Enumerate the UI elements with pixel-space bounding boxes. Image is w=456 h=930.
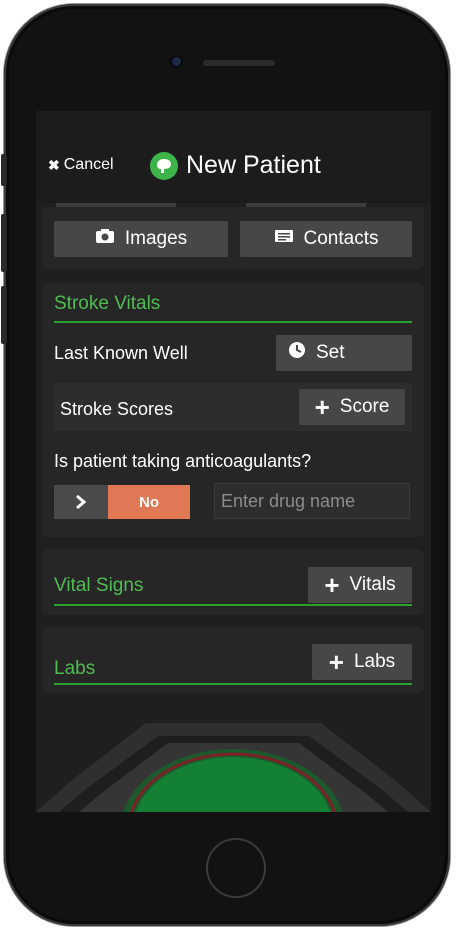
- section-divider: [54, 604, 412, 606]
- volume-down-button: [1, 286, 7, 344]
- labs-label: Labs: [353, 651, 396, 672]
- navigation-bar: ✖ Cancel New Patient: [36, 111, 431, 203]
- labs-title: Labs: [54, 658, 96, 679]
- home-button[interactable]: [206, 838, 266, 898]
- vital-signs-card: Vital Signs + Vitals: [42, 549, 424, 615]
- plus-icon: +: [328, 647, 344, 677]
- media-card: Images Contacts: [42, 207, 424, 269]
- app-logo-icon: [150, 151, 178, 180]
- contacts-button[interactable]: Contacts: [240, 221, 412, 257]
- plus-icon: +: [314, 392, 330, 422]
- images-label: Images: [124, 228, 188, 249]
- cancel-button[interactable]: ✖ Cancel: [48, 156, 114, 174]
- front-camera: [172, 57, 181, 66]
- add-labs-button[interactable]: + Labs: [312, 644, 412, 680]
- set-label: Set: [316, 342, 345, 363]
- drug-name-input[interactable]: [214, 483, 410, 519]
- earpiece-speaker: [203, 60, 275, 66]
- decorative-dial-graphic: [36, 711, 431, 812]
- anticoagulant-toggle-handle[interactable]: [54, 485, 108, 519]
- section-divider: [54, 321, 412, 323]
- section-divider: [54, 683, 412, 685]
- chevron-right-icon: [76, 494, 87, 510]
- contacts-label: Contacts: [303, 228, 379, 249]
- vitals-label: Vitals: [349, 574, 396, 595]
- mute-switch: [1, 154, 7, 186]
- images-button[interactable]: Images: [54, 221, 228, 257]
- app-screen: ✖ Cancel New Patient Images Contacts Str…: [36, 111, 431, 812]
- clock-icon: [288, 341, 306, 365]
- vital-signs-title: Vital Signs: [54, 575, 144, 596]
- page-title: New Patient: [150, 151, 321, 180]
- contacts-card-icon: [274, 228, 294, 250]
- last-known-well-label: Last Known Well: [54, 343, 188, 363]
- cancel-label: Cancel: [63, 156, 114, 173]
- camera-icon: [95, 228, 115, 250]
- add-vitals-button[interactable]: + Vitals: [308, 567, 412, 603]
- page-title-text: New Patient: [186, 151, 321, 179]
- plus-icon: +: [324, 570, 340, 600]
- anticoagulant-question: Is patient taking anticoagulants?: [54, 451, 312, 471]
- score-label: Score: [339, 396, 390, 417]
- set-time-button[interactable]: Set: [276, 335, 412, 371]
- stroke-vitals-title: Stroke Vitals: [54, 293, 161, 314]
- anticoagulant-toggle-value[interactable]: No: [108, 485, 190, 519]
- volume-up-button: [1, 214, 7, 272]
- add-score-button[interactable]: + Score: [299, 389, 405, 425]
- stroke-scores-label: Stroke Scores: [60, 399, 174, 419]
- labs-card: Labs + Labs: [42, 627, 424, 693]
- close-icon: ✖: [48, 156, 60, 173]
